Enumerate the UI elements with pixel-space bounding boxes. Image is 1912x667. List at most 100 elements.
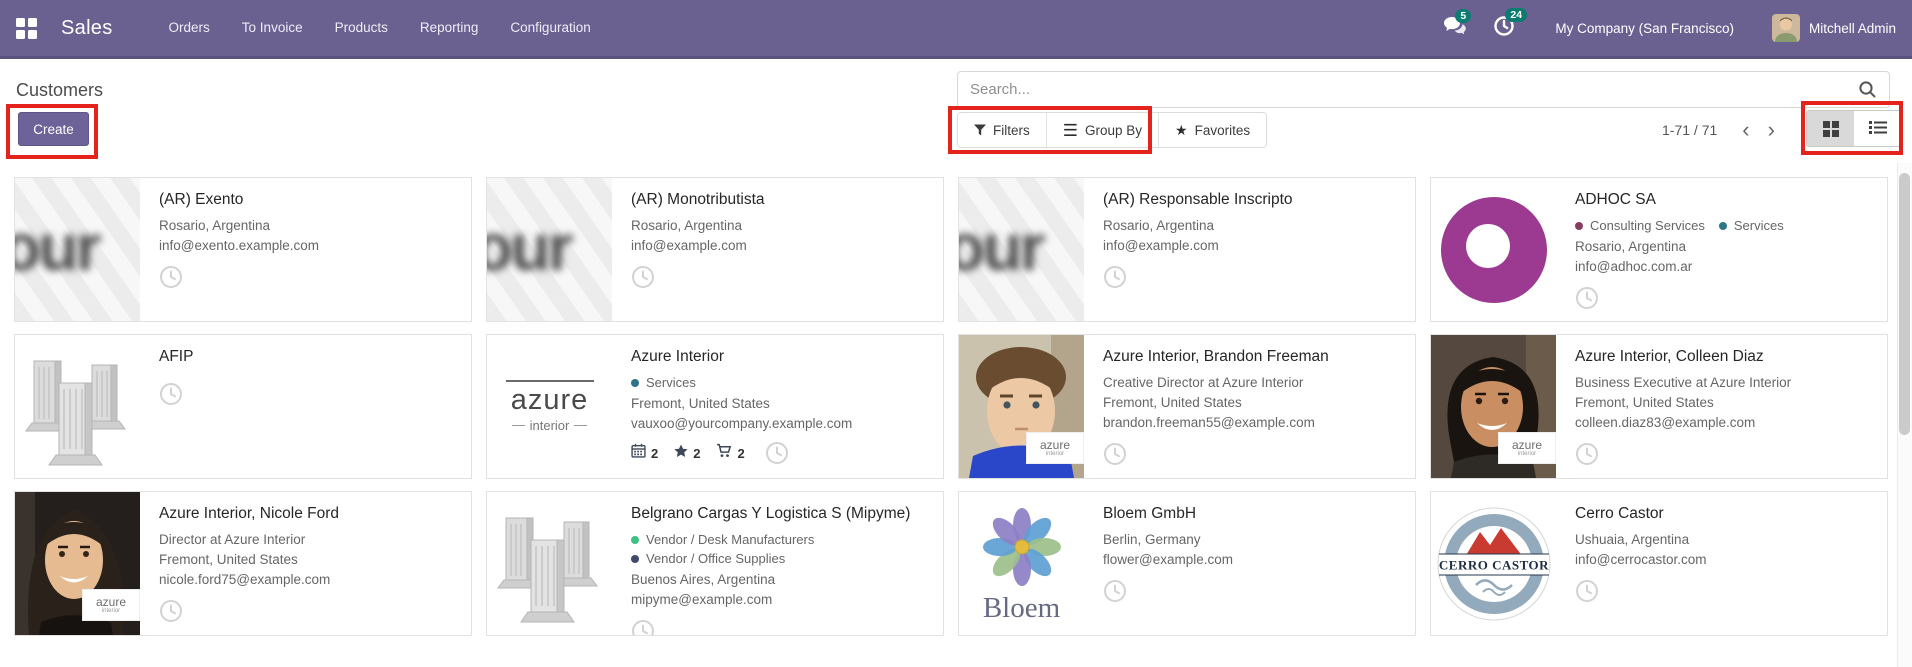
cerro-logo-image: CERRO CASTOR — [1431, 492, 1556, 635]
customer-card[interactable]: ADHOC SA Consulting Services Services Rosar… — [1430, 177, 1888, 322]
messages-button[interactable]: 5 — [1443, 8, 1472, 41]
calendar-icon — [631, 443, 646, 463]
tag-color-dot — [1575, 221, 1583, 230]
group-by-button[interactable]: ☰ Group By — [1046, 113, 1160, 147]
blurred-logo-image: our — [959, 178, 1084, 321]
customer-card-body: Azure Interior, Nicole Ford Director at A… — [140, 492, 471, 635]
pager-next-button[interactable]: › — [1759, 119, 1784, 141]
customer-card[interactable]: azure interior Azure Interior, Nicole Ford… — [14, 491, 472, 636]
customer-email: colleen.diaz83@example.com — [1575, 415, 1756, 430]
customer-email: mipyme@example.com — [631, 592, 773, 607]
app-name[interactable]: Sales — [61, 17, 113, 40]
list-view-button[interactable] — [1854, 111, 1901, 146]
nav-item-products[interactable]: Products — [319, 0, 404, 56]
tag-label: Vendor / Office Supplies — [646, 551, 786, 566]
nav-item-to-invoice[interactable]: To Invoice — [226, 0, 319, 56]
customer-card[interactable]: azure interior Azure Interior, Colleen Dia… — [1430, 334, 1888, 479]
pager-range: 1-71 / 71 — [1662, 122, 1718, 138]
customer-name: (AR) Responsable Inscripto — [1103, 191, 1293, 208]
nav-item-configuration[interactable]: Configuration — [494, 0, 606, 56]
tag-color-dot — [631, 378, 639, 387]
customer-location: Rosario, Argentina — [1103, 218, 1215, 233]
bloem-logo-image: Bloem — [959, 492, 1084, 635]
customer-card[interactable]: our (AR) Exento Rosario, Argentina info@exe… — [14, 177, 472, 322]
scrollbar-thumb[interactable] — [1899, 173, 1910, 435]
customer-name: ADHOC SA — [1575, 191, 1656, 208]
search-input[interactable] — [958, 81, 1858, 98]
customer-tags: Services — [631, 373, 931, 392]
customer-name: Azure Interior, Nicole Ford — [159, 505, 340, 522]
customer-card-body: AFIP — [140, 335, 471, 478]
customer-card[interactable]: CERRO CASTOR Cerro Castor Ushuaia, Argenti… — [1430, 491, 1888, 636]
user-menu[interactable]: Mitchell Admin — [1771, 14, 1896, 42]
activity-clock-icon[interactable] — [1575, 579, 1599, 603]
activity-clock-icon[interactable] — [159, 599, 183, 623]
customer-card-body: (AR) Exento Rosario, Argentina info@exento… — [140, 178, 471, 321]
nav-item-orders[interactable]: Orders — [153, 0, 226, 56]
activity-clock-icon[interactable] — [1575, 442, 1599, 466]
activity-clock-icon[interactable] — [631, 265, 655, 289]
activity-clock-icon[interactable] — [1103, 579, 1127, 603]
customer-card[interactable]: azure interior Azure Interior, Brandon Fre… — [958, 334, 1416, 479]
nav-item-reporting[interactable]: Reporting — [404, 0, 495, 56]
dash — [574, 425, 588, 426]
activity-clock-icon[interactable] — [159, 382, 183, 406]
azure-mini-word: azure — [1511, 438, 1543, 452]
activities-button[interactable]: 24 — [1493, 7, 1528, 42]
activity-clock-icon[interactable] — [1575, 286, 1599, 310]
pager: 1-71 / 71 ‹ › — [1662, 119, 1784, 141]
apps-menu-icon[interactable] — [16, 17, 37, 39]
favorites-button[interactable]: ★ Favorites — [1159, 113, 1267, 147]
search-icon[interactable] — [1858, 80, 1877, 99]
azure-mini-badge: azure interior — [1026, 432, 1084, 464]
customer-subtitle: Business Executive at Azure Interior — [1575, 375, 1792, 390]
blurred-logo-text: our — [15, 209, 101, 284]
star-icon — [674, 444, 688, 463]
customer-card[interactable]: our (AR) Responsable Inscripto Rosario, Ar… — [958, 177, 1416, 322]
calendar-counter[interactable]: 2 — [631, 443, 658, 463]
company-switcher[interactable]: My Company (San Francisco) — [1555, 21, 1734, 36]
customer-card[interactable]: our (AR) Monotributista Rosario, Argentina… — [486, 177, 944, 322]
activity-clock-icon[interactable] — [765, 441, 789, 465]
counter-value: 2 — [737, 445, 745, 461]
activity-clock-icon[interactable] — [159, 265, 183, 289]
tag-services: Services — [631, 373, 696, 392]
filters-button[interactable]: Filters — [958, 113, 1047, 147]
customer-email: info@cerrocastor.com — [1575, 552, 1707, 567]
user-name: Mitchell Admin — [1808, 20, 1896, 36]
tag-color-dot — [631, 554, 639, 563]
azure-interior-logo: azure interior — [505, 380, 594, 433]
counter-value: 2 — [693, 445, 701, 461]
customer-card[interactable]: azure interior Azure Interior Services Fremo… — [486, 334, 944, 479]
photo-colleen-image: azure interior — [1431, 335, 1556, 478]
customer-name: Azure Interior — [631, 348, 725, 365]
customer-card[interactable]: AFIP — [14, 334, 472, 479]
logo-line — [505, 380, 594, 382]
cart-counter[interactable]: 2 — [716, 443, 745, 463]
vertical-scrollbar[interactable] — [1897, 163, 1912, 667]
customer-card[interactable]: Belgrano Cargas Y Logistica S (Mipyme) Ve… — [486, 491, 944, 636]
kanban-icon — [1822, 120, 1839, 137]
create-button[interactable]: Create — [18, 112, 89, 146]
kanban-view-button[interactable] — [1807, 111, 1854, 146]
bloem-logo-text: Bloem — [982, 591, 1061, 624]
search-bar — [957, 71, 1890, 108]
customer-location: Ushuaia, Argentina — [1575, 532, 1690, 547]
tag-vendor-office-supplies: Vendor / Office Supplies — [631, 549, 785, 568]
customer-location: Fremont, United States — [1103, 395, 1242, 410]
star-counter[interactable]: 2 — [674, 444, 700, 463]
customer-location: Rosario, Argentina — [631, 218, 743, 233]
bloem-logo: Bloem — [970, 503, 1074, 625]
pager-previous-button[interactable]: ‹ — [1733, 119, 1758, 141]
activity-clock-icon[interactable] — [631, 619, 655, 635]
activity-clock-icon[interactable] — [1103, 265, 1127, 289]
customer-counters: 2 2 2 — [631, 441, 931, 465]
customer-tags: Vendor / Desk Manufacturers Vendor / Offi… — [631, 530, 931, 568]
customer-email: vauxoo@yourcompany.example.com — [631, 416, 853, 431]
activity-clock-icon[interactable] — [1103, 442, 1127, 466]
page-title: Customers — [16, 80, 104, 100]
customer-card[interactable]: Bloem Bloem GmbH Berlin, Germany flower@exa… — [958, 491, 1416, 636]
customer-card-body: Cerro Castor Ushuaia, Argentina info@cerro… — [1556, 492, 1887, 635]
customer-email: info@example.com — [631, 238, 747, 253]
customer-email: info@adhoc.com.ar — [1575, 259, 1693, 274]
